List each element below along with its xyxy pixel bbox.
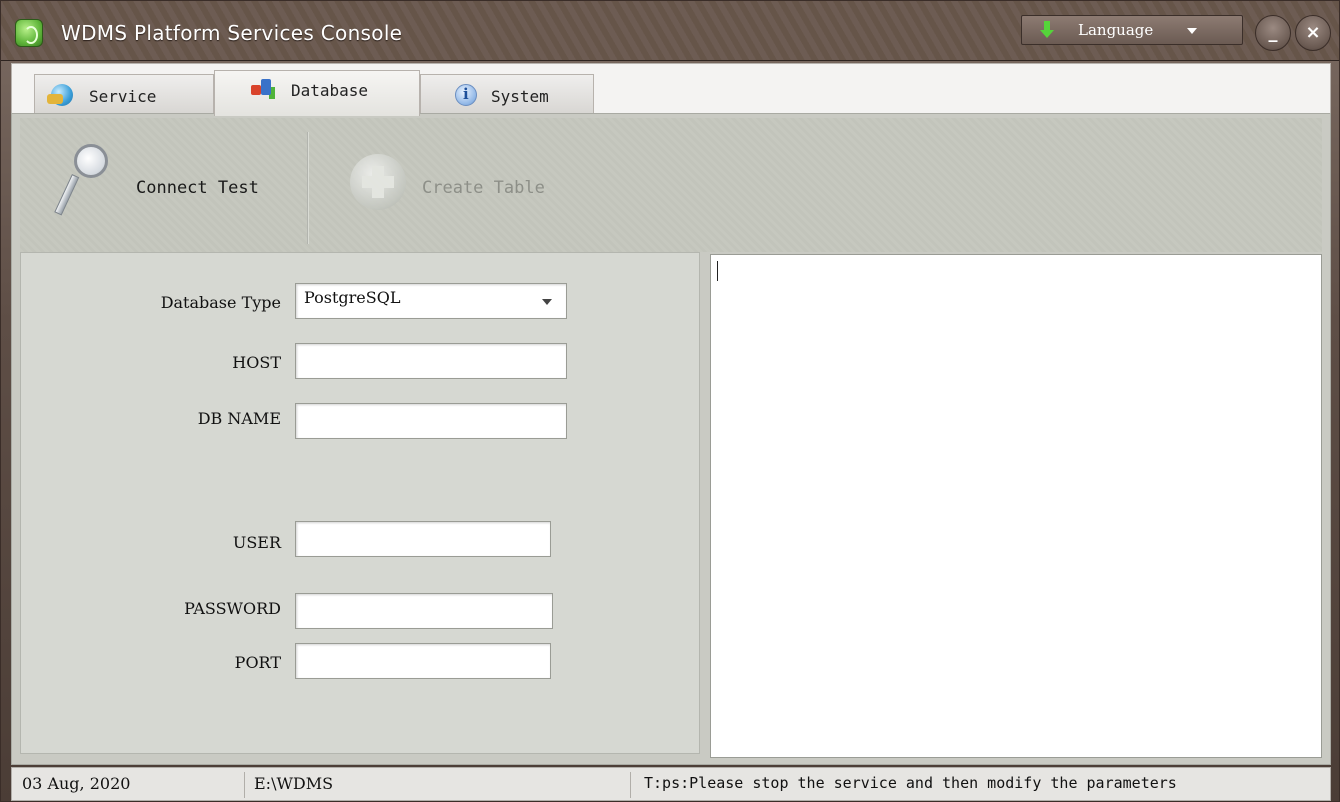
connection-form: Database Type PostgreSQL HOST DB NAME US… bbox=[20, 252, 700, 754]
text-cursor bbox=[717, 261, 718, 281]
password-label: PASSWORD bbox=[184, 599, 281, 618]
minimize-button[interactable]: _ bbox=[1255, 15, 1291, 51]
database-type-label: Database Type bbox=[160, 293, 281, 312]
service-icon bbox=[47, 84, 73, 106]
user-input[interactable] bbox=[295, 521, 551, 557]
tab-database-label: Database bbox=[291, 81, 369, 100]
status-divider bbox=[630, 772, 631, 798]
key-icon bbox=[54, 144, 120, 222]
create-table-label: Create Table bbox=[422, 178, 545, 198]
connect-test-label: Connect Test bbox=[136, 178, 259, 198]
download-arrow-icon bbox=[1040, 21, 1054, 39]
chevron-down-icon bbox=[1187, 28, 1197, 34]
host-input[interactable] bbox=[295, 343, 567, 379]
status-divider bbox=[244, 772, 245, 798]
add-icon bbox=[350, 154, 406, 210]
tab-strip: Service Database System bbox=[11, 63, 1331, 116]
status-bar: 03 Aug, 2020 E:\WDMS T:ps:Please stop th… bbox=[11, 767, 1331, 801]
db-name-label: DB NAME bbox=[197, 409, 281, 428]
status-path: E:\WDMS bbox=[254, 774, 334, 793]
language-dropdown[interactable]: Language bbox=[1021, 15, 1243, 45]
app-window: WDMS Platform Services Console Language … bbox=[0, 0, 1340, 802]
tab-service-label: Service bbox=[89, 87, 157, 106]
status-tip: T:ps:Please stop the service and then mo… bbox=[644, 774, 1177, 792]
db-name-input[interactable] bbox=[295, 403, 567, 439]
toolbar-divider bbox=[307, 132, 309, 244]
create-table-button[interactable]: Create Table bbox=[350, 154, 590, 224]
app-logo-icon bbox=[15, 19, 43, 47]
port-input[interactable] bbox=[295, 643, 551, 679]
status-date: 03 Aug, 2020 bbox=[22, 774, 131, 793]
database-panel: Connect Test Create Table Database Type … bbox=[11, 113, 1331, 765]
window-title: WDMS Platform Services Console bbox=[61, 21, 403, 45]
info-icon bbox=[455, 84, 477, 106]
database-type-select[interactable]: PostgreSQL bbox=[295, 283, 567, 319]
host-label: HOST bbox=[232, 353, 281, 372]
tab-database[interactable]: Database bbox=[214, 70, 420, 116]
connect-test-button[interactable]: Connect Test bbox=[54, 144, 280, 224]
tab-system[interactable]: System bbox=[420, 74, 594, 114]
tab-system-label: System bbox=[491, 87, 549, 106]
log-textarea[interactable] bbox=[710, 254, 1322, 758]
chevron-down-icon bbox=[542, 299, 552, 305]
port-label: PORT bbox=[234, 653, 281, 672]
language-label: Language bbox=[1078, 21, 1154, 39]
close-button[interactable]: × bbox=[1295, 15, 1331, 51]
toolbar: Connect Test Create Table bbox=[20, 118, 1322, 252]
user-label: USER bbox=[232, 533, 281, 552]
password-input[interactable] bbox=[295, 593, 553, 629]
title-bar[interactable]: WDMS Platform Services Console Language … bbox=[1, 1, 1339, 61]
database-icon bbox=[251, 77, 273, 99]
tab-service[interactable]: Service bbox=[34, 74, 214, 114]
database-type-value: PostgreSQL bbox=[304, 288, 401, 307]
